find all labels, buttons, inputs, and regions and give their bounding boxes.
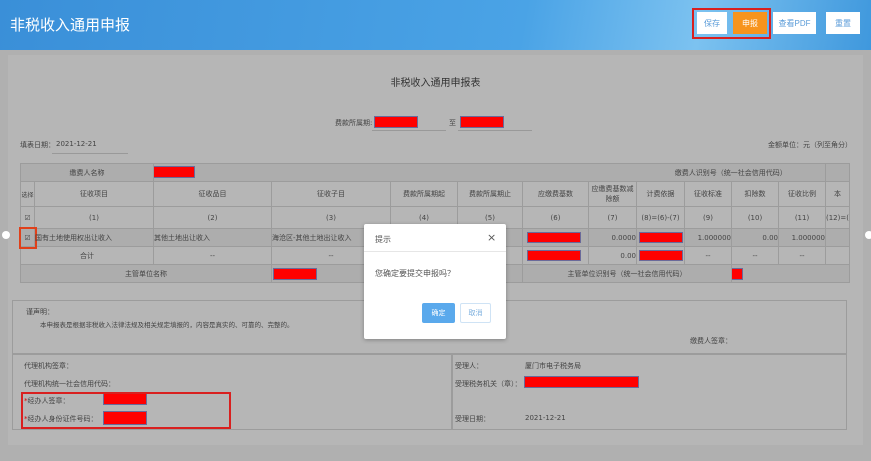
tax-office-value [524,376,639,388]
col-select: 选择 [20,181,35,207]
col-header: 扣除数 [731,181,779,207]
row-item: 国有土地使用权出让收入 [34,228,154,247]
highlight-box [692,8,771,39]
declaration-text: 本申报表是根据非税收入法律法规及相关规定填报的，内容是真实的、可靠的、完整的。 [40,321,294,329]
agent-seal-label: 代理机构签章： [24,362,73,370]
row-ratio: 1.000000 [778,228,826,247]
period-end-input[interactable] [460,116,504,128]
col-number: (2) [153,206,272,229]
col-number: (11) [778,206,826,229]
close-icon[interactable]: × [487,231,496,244]
col-header: 应缴费基数减除额 [588,181,637,207]
amount-unit: 金额单位：元（列至角分） [768,141,852,149]
col-header: 费款所属期起 [390,181,458,207]
receive-date-label: 受理日期： [455,415,490,423]
row-checkbox[interactable]: ☑ [18,226,37,249]
row-deduct: 0.00 [731,228,779,247]
col-header: 本 [825,181,850,207]
col-header: 征收比例 [778,181,826,207]
period-to-label: 至 [449,119,456,127]
total-label: 合计 [20,246,154,265]
receiver-section [452,354,847,430]
col-header: 费款所属期止 [457,181,523,207]
reset-button[interactable]: 重置 [826,12,860,34]
tax-office-label: 受理税务机关（章）： [455,380,522,388]
col-number: (8)=(6)-(7) [636,206,685,229]
receiver-value: 厦门市电子税务局 [525,362,581,370]
payer-seal-label: 缴费人签章： [690,337,732,345]
receiver-label: 受理人： [455,362,483,370]
confirm-dialog: 提示 × 您确定要提交申报吗？ 确定 取消 [364,224,506,339]
cancel-button[interactable]: 取消 [460,303,491,323]
period-label: 费款所属期: [335,119,373,127]
scroll-handle[interactable] [2,231,10,239]
dialog-message: 您确定要提交申报吗？ [375,269,455,278]
col-header: 计费依据 [636,181,685,207]
col-number: (6) [522,206,589,229]
col-number: (7) [588,206,637,229]
form-title: 非税收入通用申报表 [390,78,481,89]
total-cell: -- [153,246,272,265]
col-header: 征收标准 [684,181,732,207]
agent-code-label: 代理机构统一社会信用代码： [24,380,115,388]
col-header: 征收品目 [153,181,272,207]
dialog-title: 提示 [375,235,391,244]
supervisor-name-label: 主管单位名称 [20,264,272,283]
period-start-input[interactable] [374,116,418,128]
fill-date-label: 填表日期： [20,141,55,149]
supervisor-id-label: 主管单位识别号（统一社会信用代码） [522,264,732,283]
row-category: 其他土地出让收入 [153,228,272,247]
total-deduction: 0.00 [588,246,637,265]
col-number: (1) [34,206,154,229]
payer-name-label: 缴费人名称 [20,163,154,182]
highlight-box [21,392,231,429]
total-cell: -- [684,246,732,265]
col-number: (12)=( [825,206,850,229]
payer-id-label: 缴费人识别号（统一社会信用代码） [636,163,826,182]
select-all-checkbox[interactable]: ☑ [20,206,35,229]
view-pdf-button[interactable]: 查看PDF [773,12,816,34]
row-deduction: 0.0000 [588,228,637,247]
col-header: 应缴费基数 [522,181,589,207]
scroll-handle[interactable] [865,231,871,239]
app-title: 非税收入通用申报 [10,16,131,34]
col-number: (10) [731,206,779,229]
declaration-title: 谨声明： [26,308,54,316]
total-cell: -- [778,246,826,265]
fill-date-value: 2021-12-21 [56,140,97,148]
col-header: 征收项目 [34,181,154,207]
col-number: (9) [684,206,732,229]
total-cell: -- [731,246,779,265]
payer-name-value [154,166,195,178]
confirm-button[interactable]: 确定 [422,303,455,323]
col-header: 征收子目 [271,181,391,207]
row-standard: 1.000000 [684,228,732,247]
receive-date-value: 2021-12-21 [525,414,566,422]
